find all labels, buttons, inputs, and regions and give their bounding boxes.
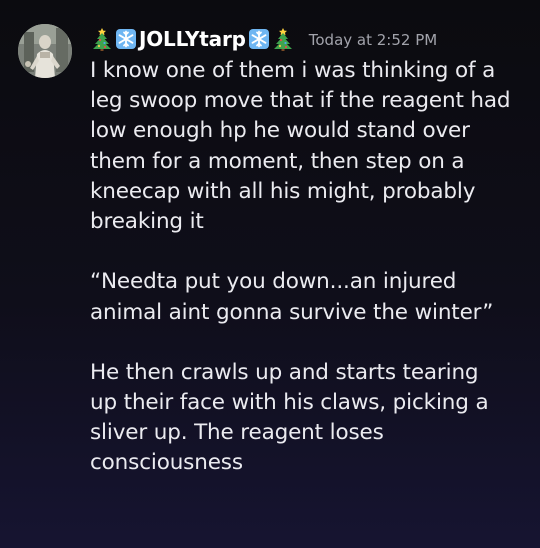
message-content: I know one of them i was thinking of a l… xyxy=(90,56,530,479)
message-timestamp[interactable]: Today at 2:52 PM xyxy=(309,29,437,49)
message-line: breaking it xyxy=(90,208,204,234)
message-line: kneecap with all his might, probably xyxy=(90,178,476,204)
message-line: up their face with his claws, picking a xyxy=(90,390,489,416)
message-line: them for a moment, then step on a xyxy=(90,148,465,174)
username-text[interactable]: JOLLYtarp xyxy=(139,27,246,51)
message-line: I know one of them i was thinking of a xyxy=(90,58,496,83)
snowflake-icon xyxy=(115,27,137,51)
christmas-tree-icon xyxy=(272,27,294,51)
message-paragraph: He then crawls up and starts tearing up … xyxy=(90,358,530,479)
message-line: low enough hp he would stand over xyxy=(90,118,470,144)
message-paragraph: I know one of them i was thinking of a l… xyxy=(90,56,530,237)
snowflake-icon xyxy=(248,27,270,51)
message-line: “Needta put you down...an injured xyxy=(90,269,457,295)
message-header: JOLLYtarp Today at 2:52 PM xyxy=(90,22,437,56)
message-line: consciousness xyxy=(90,450,243,476)
message-line: He then crawls up and starts tearing xyxy=(90,359,479,385)
message-line: leg swoop move that if the reagent had xyxy=(90,88,511,114)
christmas-tree-icon xyxy=(91,27,113,51)
avatar[interactable] xyxy=(18,24,72,78)
chat-message: JOLLYtarp Today at 2:52 PM I know one of… xyxy=(0,0,540,548)
message-paragraph: “Needta put you down...an injured animal… xyxy=(90,267,530,327)
message-line: animal aint gonna survive the winter” xyxy=(90,299,494,325)
message-line: sliver up. The reagent loses xyxy=(90,420,384,446)
username[interactable]: JOLLYtarp xyxy=(90,27,295,51)
